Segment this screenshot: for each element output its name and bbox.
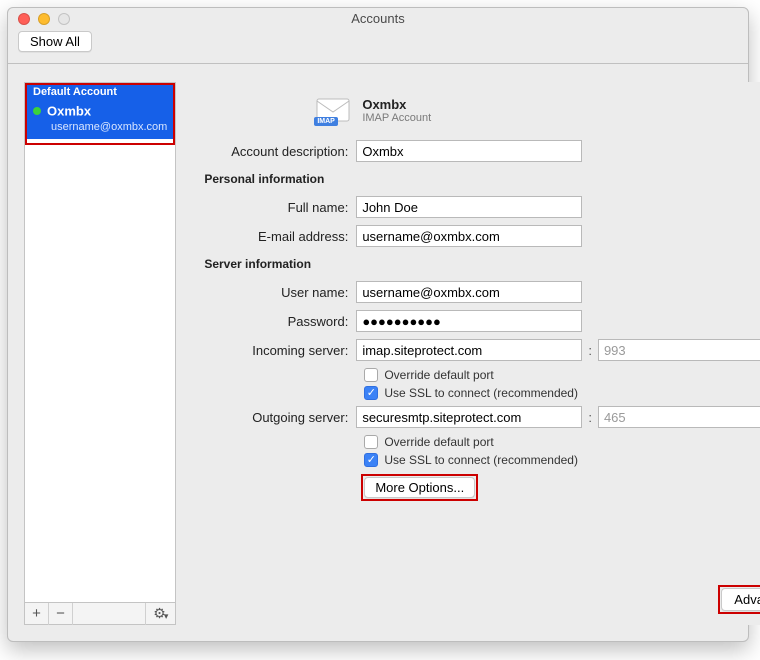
sidebar-footer: + − bbox=[24, 603, 176, 625]
envelope-icon: IMAP bbox=[316, 96, 350, 124]
sidebar-group-header: Default Account bbox=[25, 83, 175, 100]
header-type: IMAP Account bbox=[362, 112, 431, 124]
incoming-ssl-label: Use SSL to connect (recommended) bbox=[384, 386, 578, 400]
section-server: Server information bbox=[204, 257, 760, 271]
status-dot-icon bbox=[33, 107, 41, 115]
incoming-override-port-label: Override default port bbox=[384, 368, 493, 382]
port-colon: : bbox=[588, 343, 592, 358]
full-name-field[interactable] bbox=[356, 196, 582, 218]
window-controls bbox=[8, 13, 70, 25]
section-personal: Personal information bbox=[204, 172, 760, 186]
outgoing-port-field[interactable] bbox=[598, 406, 760, 428]
label-incoming: Incoming server: bbox=[196, 343, 356, 358]
label-full-name: Full name: bbox=[196, 200, 356, 215]
outgoing-ssl-checkbox[interactable] bbox=[364, 453, 378, 467]
incoming-override-port-checkbox[interactable] bbox=[364, 368, 378, 382]
sidebar-container: Default Account Oxmbx username@oxmbx.com… bbox=[24, 82, 176, 625]
outgoing-ssl-label: Use SSL to connect (recommended) bbox=[384, 453, 578, 467]
outgoing-server-field[interactable] bbox=[356, 406, 582, 428]
show-all-button[interactable]: Show All bbox=[18, 31, 92, 52]
account-form: Account description: Personal informatio… bbox=[196, 140, 760, 498]
sidebar-item-account[interactable]: Oxmbx username@oxmbx.com bbox=[25, 100, 175, 139]
accounts-window: Accounts Show All Default Account Oxmbx … bbox=[7, 7, 749, 642]
outgoing-override-port-checkbox[interactable] bbox=[364, 435, 378, 449]
zoom-icon[interactable] bbox=[58, 13, 70, 25]
label-outgoing: Outgoing server: bbox=[196, 410, 356, 425]
user-name-field[interactable] bbox=[356, 281, 582, 303]
titlebar: Accounts bbox=[8, 8, 748, 29]
imap-badge: IMAP bbox=[314, 117, 338, 126]
gear-menu-button[interactable] bbox=[145, 603, 175, 625]
label-account-description: Account description: bbox=[196, 144, 356, 159]
close-icon[interactable] bbox=[18, 13, 30, 25]
label-user-name: User name: bbox=[196, 285, 356, 300]
port-colon-out: : bbox=[588, 410, 592, 425]
account-header: IMAP Oxmbx IMAP Account bbox=[196, 88, 760, 140]
email-field[interactable] bbox=[356, 225, 582, 247]
account-email: username@oxmbx.com bbox=[33, 121, 167, 133]
more-options-button[interactable]: More Options... bbox=[364, 477, 475, 498]
add-account-button[interactable]: + bbox=[25, 603, 49, 625]
body: Default Account Oxmbx username@oxmbx.com… bbox=[8, 64, 748, 641]
account-name: Oxmbx bbox=[47, 103, 91, 118]
header-name: Oxmbx bbox=[362, 97, 431, 112]
password-field[interactable] bbox=[356, 310, 582, 332]
chevron-down-icon bbox=[166, 606, 169, 622]
window-title: Accounts bbox=[8, 11, 748, 26]
label-password: Password: bbox=[196, 314, 356, 329]
account-description-field[interactable] bbox=[356, 140, 582, 162]
toolbar: Show All bbox=[8, 29, 748, 64]
advanced-button[interactable]: Advanced... bbox=[721, 588, 760, 611]
main-panel: IMAP Oxmbx IMAP Account Account descript… bbox=[190, 82, 760, 625]
incoming-port-field[interactable] bbox=[598, 339, 760, 361]
incoming-ssl-checkbox[interactable] bbox=[364, 386, 378, 400]
minimize-icon[interactable] bbox=[38, 13, 50, 25]
account-sidebar: Default Account Oxmbx username@oxmbx.com bbox=[24, 82, 176, 603]
incoming-server-field[interactable] bbox=[356, 339, 582, 361]
remove-account-button[interactable]: − bbox=[49, 603, 73, 625]
label-email: E-mail address: bbox=[196, 229, 356, 244]
outgoing-override-port-label: Override default port bbox=[384, 435, 493, 449]
